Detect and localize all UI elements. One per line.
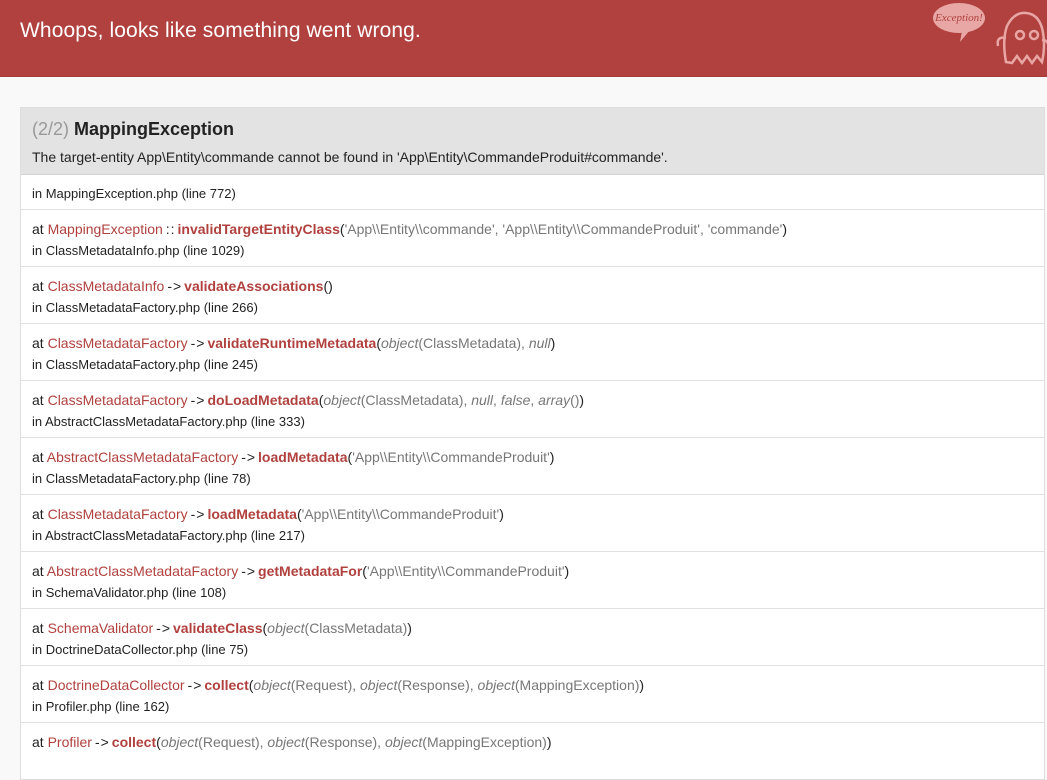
stack-frame: at Profiler -> collect(object(Request), ob… <box>21 722 1044 779</box>
frame-at-label: at <box>32 335 48 351</box>
frame-location: in ClassMetadataFactory.php (line 245) <box>32 357 258 372</box>
frame-call-operator: -> <box>94 734 110 750</box>
frame-arguments: 'App\\Entity\\commande', 'App\\Entity\\C… <box>344 221 783 237</box>
frame-close-paren: ) <box>550 335 556 351</box>
frame-function-name: loadMetadata <box>258 449 348 465</box>
frame-function-name: validateAssociations <box>184 278 324 294</box>
frame-location: in AbstractClassMetadataFactory.php (lin… <box>32 528 305 543</box>
frame-location: in AbstractClassMetadataFactory.php (lin… <box>32 414 305 429</box>
frame-function-name: collect <box>204 677 249 693</box>
frame-at-label: at <box>32 506 48 522</box>
page-title: Whoops, looks like something went wrong. <box>20 19 421 42</box>
frame-location: in DoctrineDataCollector.php (line 75) <box>32 642 249 657</box>
frame-close-paren: ) <box>546 734 552 750</box>
frame-class-link[interactable]: ClassMetadataFactory <box>48 335 188 351</box>
frame-location: in ClassMetadataFactory.php (line 266) <box>32 300 258 315</box>
error-header: Whoops, looks like something went wrong.… <box>0 0 1047 77</box>
frame-class-link[interactable]: DoctrineDataCollector <box>48 677 185 693</box>
frame-call-operator: -> <box>241 563 257 579</box>
frame-arguments: object(Request), object(Response), objec… <box>253 677 640 693</box>
frame-at-label: at <box>32 392 48 408</box>
exception-count: (2/2) <box>32 119 70 139</box>
frame-close-paren: ) <box>328 278 333 294</box>
stack-frame: at DoctrineDataCollector -> collect(object… <box>21 665 1044 722</box>
frame-class-link[interactable]: SchemaValidator <box>48 620 154 636</box>
frame-arguments: object(ClassMetadata) <box>267 620 408 636</box>
frame-function-name: collect <box>111 734 157 750</box>
frame-arguments: object(ClassMetadata), null, false, arra… <box>323 392 580 408</box>
frame-at-label: at <box>32 677 48 693</box>
exception-message: The target-entity App\Entity\commande ca… <box>32 149 668 165</box>
frame-call-operator: -> <box>190 506 206 522</box>
frame-arguments: 'App\\Entity\\CommandeProduit' <box>352 449 550 465</box>
frame-function-name: invalidTargetEntityClass <box>177 221 340 237</box>
exception-name: MappingException <box>74 119 235 139</box>
frame-close-paren: ) <box>639 677 645 693</box>
frame-call-operator: -> <box>156 620 171 636</box>
frame-arguments: object(Request), object(Response), objec… <box>160 734 547 750</box>
frame-function-name: loadMetadata <box>207 506 297 522</box>
frame-arguments: 'App\\Entity\\CommandeProduit' <box>301 506 500 522</box>
frame-function-name: doLoadMetadata <box>207 392 319 408</box>
frame-close-paren: ) <box>579 392 585 408</box>
frame-close-paren: ) <box>564 563 570 579</box>
frame-close-paren: ) <box>407 620 412 636</box>
stack-frame: at AbstractClassMetadataFactory -> loadMet… <box>21 437 1044 494</box>
first-location-row: in MappingException.php (line 772) <box>21 175 1044 209</box>
stack-frame: at ClassMetadataInfo -> validateAssociatio… <box>21 266 1044 323</box>
frame-at-label: at <box>32 221 48 237</box>
frame-location: in ClassMetadataFactory.php (line 78) <box>32 471 251 486</box>
stack-frame: at SchemaValidator -> validateClass(object… <box>21 608 1044 665</box>
frame-call-operator: -> <box>190 392 206 408</box>
frame-close-paren: ) <box>499 506 504 522</box>
stack-trace: at MappingException:: invalidTargetEntity… <box>21 209 1044 779</box>
frame-class-link[interactable]: ClassMetadataFactory <box>48 506 188 522</box>
ghost-speech-text: Exception! <box>934 12 983 24</box>
frame-class-link[interactable]: ClassMetadataFactory <box>48 392 188 408</box>
frame-location: in SchemaValidator.php (line 108) <box>32 585 227 600</box>
exception-header: (2/2) MappingException The target-entity… <box>21 108 1044 175</box>
frame-function-name: validateRuntimeMetadata <box>207 335 377 351</box>
frame-at-label: at <box>32 734 48 750</box>
frame-call-operator: -> <box>190 335 206 351</box>
frame-call-operator: :: <box>165 221 176 237</box>
frame-at-label: at <box>32 563 47 579</box>
frame-location: in Profiler.php (line 162) <box>32 699 170 714</box>
stack-frame: at ClassMetadataFactory -> validateRuntime… <box>21 323 1044 380</box>
frame-class-link[interactable]: Profiler <box>48 734 92 750</box>
frame-class-link[interactable]: AbstractClassMetadataFactory <box>47 449 238 465</box>
frame-class-link[interactable]: MappingException <box>48 221 163 237</box>
frame-function-name: validateClass <box>173 620 263 636</box>
frame-at-label: at <box>32 278 48 294</box>
frame-class-link[interactable]: ClassMetadataInfo <box>48 278 165 294</box>
stack-frame: at ClassMetadataFactory -> doLoadMetadata(… <box>21 380 1044 437</box>
exception-title: (2/2) MappingException <box>32 118 1033 140</box>
exception-ghost-icon: Exception! <box>933 3 1047 66</box>
frame-arguments: object(ClassMetadata), null <box>380 335 551 351</box>
frame-at-label: at <box>32 449 47 465</box>
frame-class-link[interactable]: AbstractClassMetadataFactory <box>47 563 238 579</box>
frame-function-name: getMetadataFor <box>258 563 363 579</box>
stack-frame: at MappingException:: invalidTargetEntity… <box>21 209 1044 266</box>
stack-frame: at AbstractClassMetadataFactory -> getMeta… <box>21 551 1044 608</box>
first-location: in MappingException.php (line 772) <box>32 186 236 201</box>
frame-call-operator: -> <box>241 449 257 465</box>
frame-call-operator: -> <box>187 677 203 693</box>
frame-call-operator: -> <box>167 278 183 294</box>
frame-location: in ClassMetadataInfo.php (line 1029) <box>32 243 245 258</box>
stack-frame: at ClassMetadataFactory -> loadMetadata('A… <box>21 494 1044 551</box>
frame-arguments: 'App\\Entity\\CommandeProduit' <box>366 563 565 579</box>
frame-at-label: at <box>32 620 48 636</box>
exception-panel: (2/2) MappingException The target-entity… <box>20 107 1045 780</box>
frame-close-paren: ) <box>782 221 788 237</box>
frame-close-paren: ) <box>549 449 555 465</box>
